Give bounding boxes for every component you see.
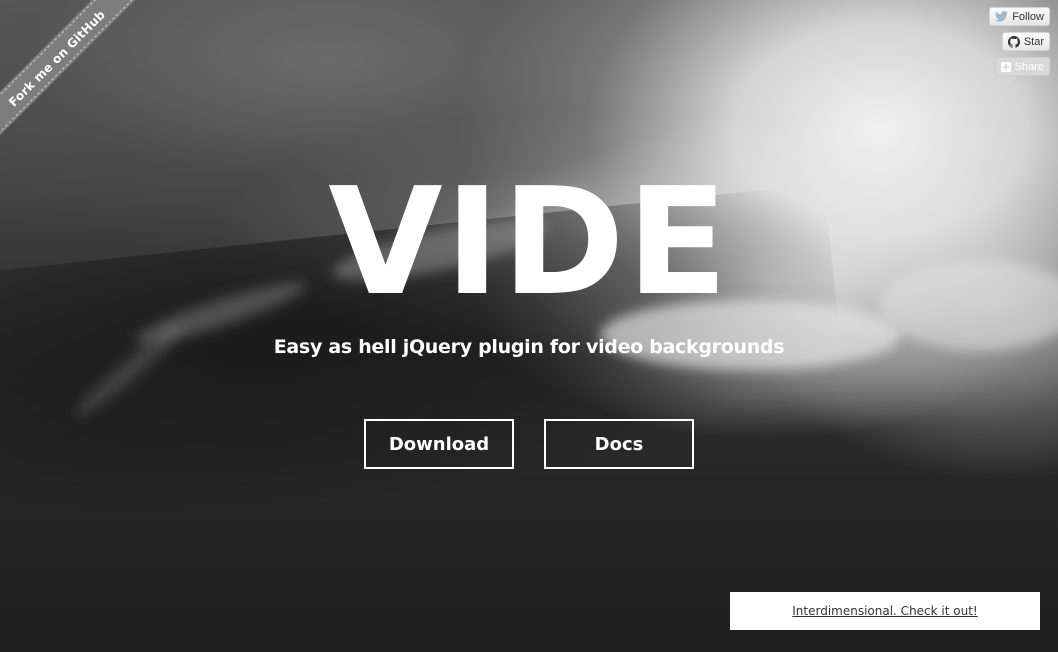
download-button[interactable]: Download — [364, 419, 514, 469]
hero-subtitle: Easy as hell jQuery plugin for video bac… — [273, 336, 785, 358]
follow-label: Follow — [1012, 10, 1044, 23]
share-label: Share — [1014, 60, 1044, 73]
share-button[interactable]: Share — [994, 57, 1050, 76]
github-star-button[interactable]: Star — [1001, 32, 1050, 51]
promo-banner: Interdimensional. Check it out! — [730, 592, 1040, 630]
hero-title: VIDE — [328, 156, 730, 328]
hero-actions: Download Docs — [364, 419, 694, 469]
page: Fork me on GitHub Follow Star Share VIDE… — [0, 0, 1058, 652]
docs-button[interactable]: Docs — [544, 419, 694, 469]
github-icon — [1007, 35, 1020, 48]
plus-icon — [1000, 61, 1011, 72]
twitter-follow-button[interactable]: Follow — [989, 7, 1050, 26]
twitter-icon — [995, 11, 1009, 22]
social-buttons: Follow Star Share — [989, 7, 1050, 76]
star-label: Star — [1023, 35, 1044, 48]
promo-link[interactable]: Interdimensional. Check it out! — [792, 604, 977, 618]
